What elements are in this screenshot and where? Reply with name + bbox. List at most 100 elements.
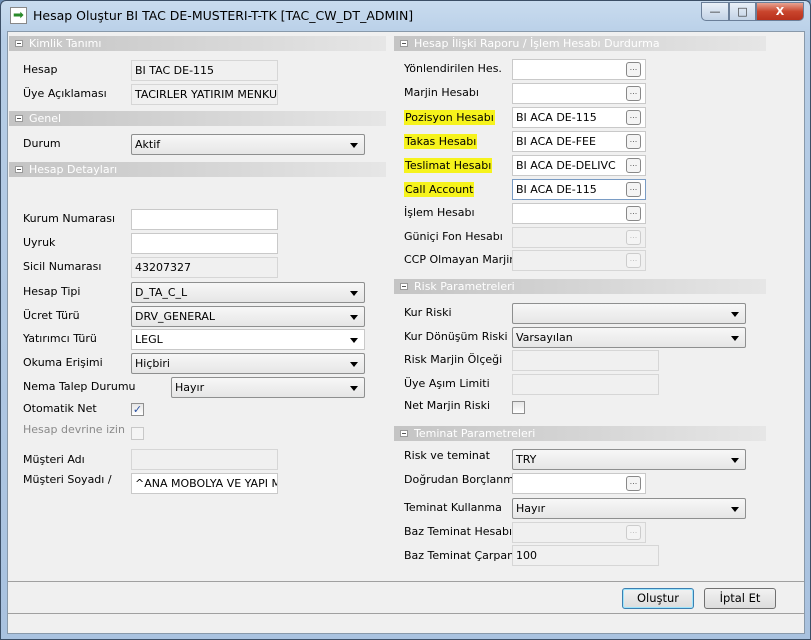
uye-asim-limiti-label: Üye Aşım Limiti (404, 377, 490, 390)
create-button[interactable]: Oluştur (622, 588, 694, 609)
dialog-window: ➡ Hesap Oluştur BI TAC DE-MUSTERI-T-TK [… (0, 0, 811, 640)
musteri-adi-field (131, 449, 278, 470)
musteri-soyadi-label: Müşteri Soyadı / (23, 473, 112, 486)
durum-select[interactable]: Aktif (131, 134, 365, 155)
chevron-down-icon[interactable] (350, 315, 358, 320)
window-title: Hesap Oluştur BI TAC DE-MUSTERI-T-TK [TA… (33, 8, 414, 23)
section-hesap-iliski[interactable]: Hesap İlişki Raporu / İşlem Hesabı Durdu… (394, 36, 766, 51)
section-title: Genel (29, 112, 62, 125)
uye-aciklamasi-field: TACIRLER YATIRIM MENKUL D (131, 84, 278, 105)
combo-value: D_TA_C_L (135, 286, 188, 299)
dogrudan-borclanma-label: Doğrudan Borçlanma (404, 473, 521, 486)
collapse-icon[interactable] (15, 166, 23, 173)
chevron-down-icon[interactable] (350, 143, 358, 148)
nema-talep-label: Nema Talep Durumu (23, 380, 136, 393)
browse-button[interactable]: ... (626, 182, 641, 197)
risk-marjin-olcegi-field (512, 350, 659, 371)
combo-value: Varsayılan (516, 331, 573, 344)
durum-label: Durum (23, 137, 61, 150)
combo-value: Hayır (175, 381, 205, 394)
section-title: Hesap İlişki Raporu / İşlem Hesabı Durdu… (414, 37, 660, 50)
yatirimci-turu-label: Yatırımcı Türü (23, 332, 97, 345)
hesap-label: Hesap (23, 63, 58, 76)
combo-value: Hayır (516, 502, 546, 515)
kur-donusum-label: Kur Dönüşüm Riski (404, 330, 508, 343)
account-row-label: Güniçi Fon Hesabı (404, 230, 503, 243)
baz-teminat-carpani-field: 100 (512, 545, 659, 566)
account-row-label: Takas Hesabı (404, 134, 478, 149)
minimize-button[interactable]: — (701, 2, 729, 21)
nema-talep-select[interactable]: Hayır (171, 377, 365, 398)
chevron-down-icon[interactable] (731, 458, 739, 463)
teminat-kullanma-label: Teminat Kullanma (404, 501, 502, 514)
browse-button[interactable]: ... (626, 110, 641, 125)
chevron-down-icon[interactable] (731, 336, 739, 341)
chevron-down-icon[interactable] (350, 291, 358, 296)
baz-teminat-carpani-label: Baz Teminat Çarpanı (404, 549, 518, 562)
risk-marjin-olcegi-label: Risk Marjin Ölçeği (404, 353, 503, 366)
hesap-devri-label: Hesap devrine izin (23, 423, 125, 436)
chevron-down-icon[interactable] (731, 312, 739, 317)
combo-value: Aktif (135, 138, 161, 151)
uye-aciklamasi-label: Üye Açıklaması (23, 87, 107, 100)
section-hesap-detaylari[interactable]: Hesap Detayları (9, 162, 386, 177)
section-kimlik-tanimi[interactable]: Kimlik Tanımı (9, 36, 386, 51)
account-row-label: Pozisyon Hesabı (404, 110, 495, 125)
chevron-down-icon[interactable] (350, 338, 358, 343)
account-row-label: Teslimat Hesabı (404, 158, 493, 173)
divider (8, 613, 804, 614)
kurum-numarasi-field[interactable] (131, 209, 278, 230)
ucret-turu-label: Ücret Türü (23, 309, 80, 322)
net-marjin-checkbox[interactable] (512, 401, 525, 414)
kur-donusum-select[interactable]: Varsayılan (512, 327, 746, 348)
maximize-button[interactable]: □ (729, 2, 756, 21)
browse-button[interactable]: ... (626, 86, 641, 101)
okuma-erisimi-label: Okuma Erişimi (23, 356, 103, 369)
collapse-icon[interactable] (400, 40, 408, 47)
yatirimci-turu-select[interactable]: LEGL (131, 329, 365, 350)
otomatik-net-checkbox[interactable]: ✓ (131, 403, 144, 416)
account-row-label: Marjin Hesabı (404, 86, 479, 99)
kurum-numarasi-label: Kurum Numarası (23, 212, 116, 225)
okuma-erisimi-select[interactable]: Hiçbiri (131, 353, 365, 374)
browse-button: ... (626, 230, 641, 245)
uyruk-field[interactable] (131, 233, 278, 254)
section-title: Risk Parametreleri (414, 280, 515, 293)
uyruk-label: Uyruk (23, 236, 56, 249)
risk-teminat-select[interactable]: TRY (512, 449, 746, 470)
sicil-numarasi-label: Sicil Numarası (23, 260, 102, 273)
section-teminat-parametreleri[interactable]: Teminat Parametreleri (394, 426, 766, 441)
kur-riski-select[interactable] (512, 303, 746, 324)
browse-button[interactable]: ... (626, 476, 641, 491)
browse-button[interactable]: ... (626, 206, 641, 221)
chevron-down-icon[interactable] (350, 362, 358, 367)
cancel-button[interactable]: İptal Et (704, 588, 776, 609)
collapse-icon[interactable] (400, 430, 408, 437)
chevron-down-icon[interactable] (731, 507, 739, 512)
section-risk-parametreleri[interactable]: Risk Parametreleri (394, 279, 766, 294)
section-genel[interactable]: Genel (9, 111, 386, 126)
account-row-label: CCP Olmayan Marjin (404, 253, 517, 266)
teminat-kullanma-select[interactable]: Hayır (512, 498, 746, 519)
browse-button[interactable]: ... (626, 62, 641, 77)
otomatik-net-label: Otomatik Net (23, 402, 97, 415)
section-title: Teminat Parametreleri (414, 427, 536, 440)
dialog-body: Kimlik Tanımı Hesap BI TAC DE-115 Üye Açıkl… (7, 31, 805, 634)
musteri-soyadi-field[interactable]: ^ANA MOBOLYA VE YAPI MAL (131, 473, 278, 494)
close-button[interactable]: X (756, 2, 804, 21)
chevron-down-icon[interactable] (350, 386, 358, 391)
collapse-icon[interactable] (400, 283, 408, 290)
app-arrow-icon: ➡ (10, 7, 27, 24)
browse-button[interactable]: ... (626, 158, 641, 173)
divider (8, 581, 804, 582)
baz-teminat-hesabi-label: Baz Teminat Hesabı (404, 525, 513, 538)
collapse-icon[interactable] (15, 40, 23, 47)
browse-button[interactable]: ... (626, 134, 641, 149)
account-row-label: Yönlendirilen Hes. (404, 62, 502, 75)
combo-value: TRY (516, 453, 537, 466)
risk-teminat-label: Risk ve teminat (404, 449, 490, 462)
collapse-icon[interactable] (15, 115, 23, 122)
musteri-adi-label: Müşteri Adı (23, 453, 85, 466)
hesap-tipi-select[interactable]: D_TA_C_L (131, 282, 365, 303)
ucret-turu-select[interactable]: DRV_GENERAL (131, 306, 365, 327)
